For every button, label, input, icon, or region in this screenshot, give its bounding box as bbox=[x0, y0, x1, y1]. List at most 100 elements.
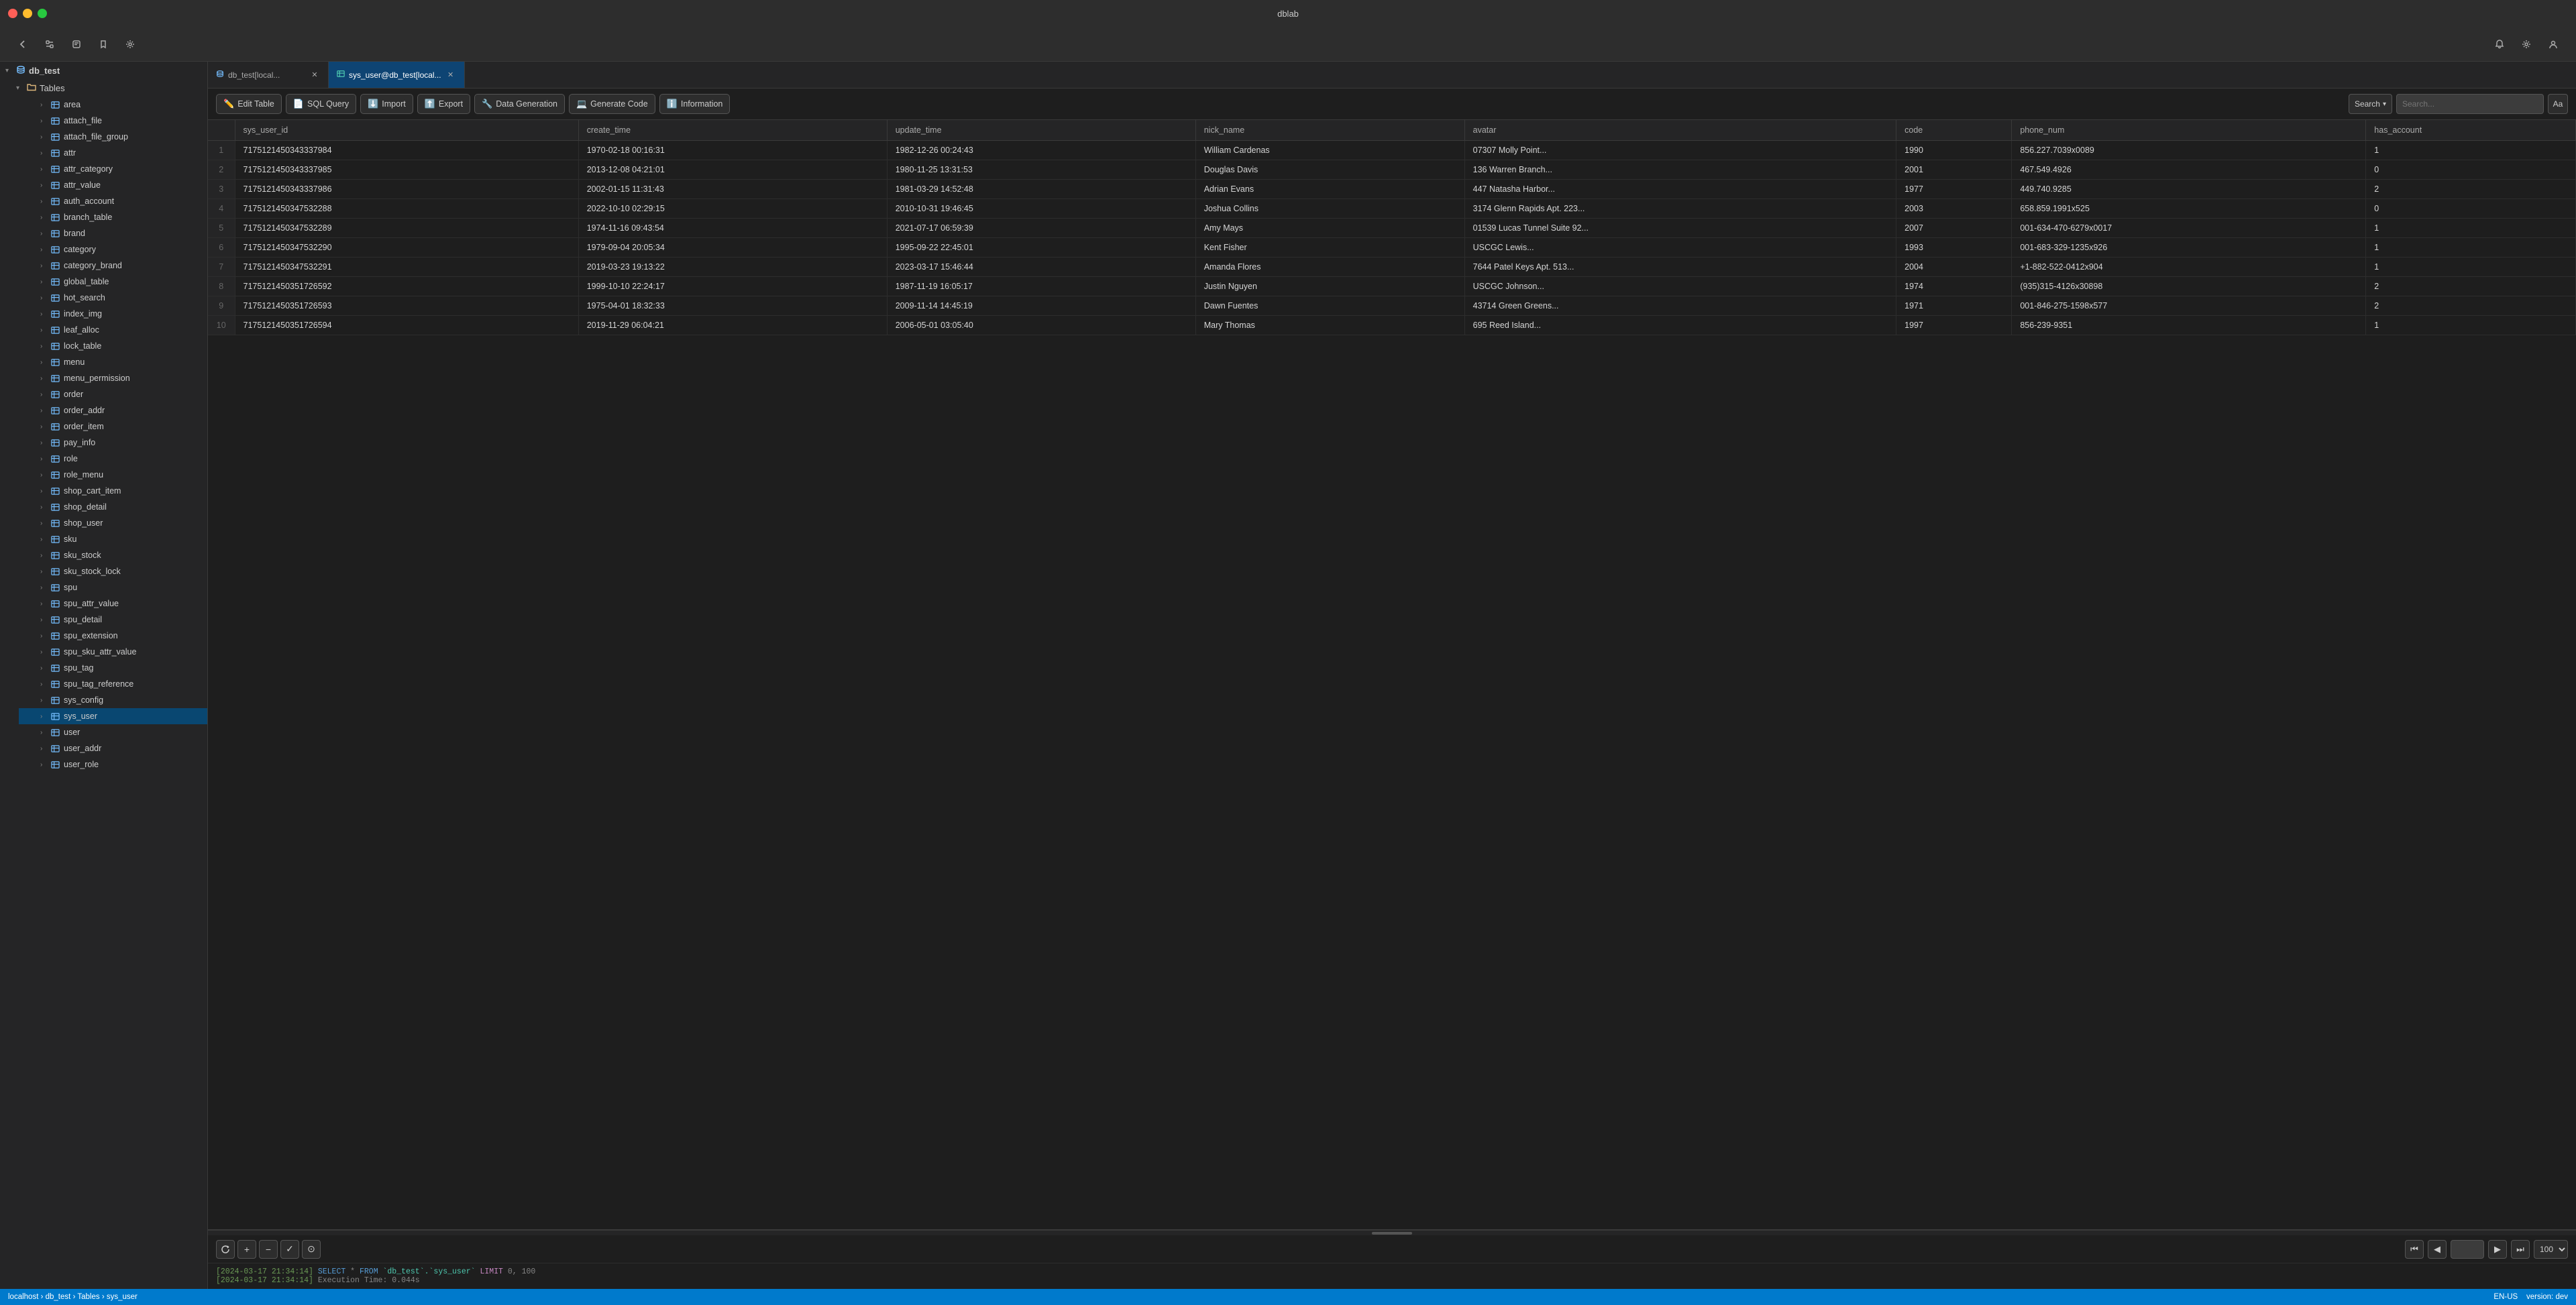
sidebar-table-spu_tag[interactable]: › spu_tag bbox=[19, 660, 207, 676]
search-dropdown[interactable]: Search ▾ bbox=[2349, 94, 2392, 114]
confirm-button[interactable]: ✓ bbox=[280, 1240, 299, 1259]
table-row[interactable]: 2 7175121450343337985 2013-12-08 04:21:0… bbox=[208, 160, 2576, 180]
cell-code[interactable]: 1974 bbox=[1896, 277, 2012, 296]
table-row[interactable]: 1 7175121450343337984 1970-02-18 00:16:3… bbox=[208, 141, 2576, 160]
cell-nick_name[interactable]: Adrian Evans bbox=[1195, 180, 1464, 199]
col-avatar[interactable]: avatar bbox=[1464, 120, 1896, 141]
sidebar-table-spu_attr_value[interactable]: › spu_attr_value bbox=[19, 595, 207, 612]
cell-create_time[interactable]: 1970-02-18 00:16:31 bbox=[578, 141, 887, 160]
cell-code[interactable]: 2003 bbox=[1896, 199, 2012, 219]
cell-nick_name[interactable]: Kent Fisher bbox=[1195, 238, 1464, 258]
sidebar-table-attach_file[interactable]: › attach_file bbox=[19, 113, 207, 129]
cell-avatar[interactable]: 01539 Lucas Tunnel Suite 92... bbox=[1464, 219, 1896, 238]
cell-update_time[interactable]: 1982-12-26 00:24:43 bbox=[887, 141, 1195, 160]
cell-has_account[interactable]: 2 bbox=[2366, 180, 2576, 199]
col-update_time[interactable]: update_time bbox=[887, 120, 1195, 141]
cell-phone_num[interactable]: 658.859.1991x525 bbox=[2012, 199, 2366, 219]
sidebar-table-attr[interactable]: › attr bbox=[19, 145, 207, 161]
sidebar-table-spu_extension[interactable]: › spu_extension bbox=[19, 628, 207, 644]
cell-sys_user_id[interactable]: 7175121450351726593 bbox=[235, 296, 578, 316]
cell-create_time[interactable]: 2013-12-08 04:21:01 bbox=[578, 160, 887, 180]
cell-sys_user_id[interactable]: 7175121450343337986 bbox=[235, 180, 578, 199]
cell-nick_name[interactable]: William Cardenas bbox=[1195, 141, 1464, 160]
cell-update_time[interactable]: 1981-03-29 14:52:48 bbox=[887, 180, 1195, 199]
sidebar-table-spu_tag_reference[interactable]: › spu_tag_reference bbox=[19, 676, 207, 692]
sidebar-table-global_table[interactable]: › global_table bbox=[19, 274, 207, 290]
col-code[interactable]: code bbox=[1896, 120, 2012, 141]
cell-update_time[interactable]: 2009-11-14 14:45:19 bbox=[887, 296, 1195, 316]
table-row[interactable]: 6 7175121450347532290 1979-09-04 20:05:3… bbox=[208, 238, 2576, 258]
cell-has_account[interactable]: 2 bbox=[2366, 277, 2576, 296]
cell-nick_name[interactable]: Douglas Davis bbox=[1195, 160, 1464, 180]
cell-avatar[interactable]: USCGC Lewis... bbox=[1464, 238, 1896, 258]
cell-update_time[interactable]: 2021-07-17 06:59:39 bbox=[887, 219, 1195, 238]
sidebar-table-lock_table[interactable]: › lock_table bbox=[19, 338, 207, 354]
cell-nick_name[interactable]: Amanda Flores bbox=[1195, 258, 1464, 277]
table-row[interactable]: 4 7175121450347532288 2022-10-10 02:29:1… bbox=[208, 199, 2576, 219]
cell-code[interactable]: 2007 bbox=[1896, 219, 2012, 238]
cell-avatar[interactable]: 695 Reed Island... bbox=[1464, 316, 1896, 335]
cell-has_account[interactable]: 2 bbox=[2366, 296, 2576, 316]
maximize-window-button[interactable] bbox=[38, 9, 47, 18]
sidebar-tables-item[interactable]: ▾ Tables bbox=[11, 79, 207, 97]
cell-sys_user_id[interactable]: 7175121450343337984 bbox=[235, 141, 578, 160]
cell-sys_user_id[interactable]: 7175121450347532290 bbox=[235, 238, 578, 258]
cell-update_time[interactable]: 1995-09-22 22:45:01 bbox=[887, 238, 1195, 258]
import-button[interactable]: ⬇️ Import bbox=[360, 94, 413, 114]
cell-nick_name[interactable]: Mary Thomas bbox=[1195, 316, 1464, 335]
edit-table-button[interactable]: ✏️ Edit Table bbox=[216, 94, 282, 114]
table-row[interactable]: 9 7175121450351726593 1975-04-01 18:32:3… bbox=[208, 296, 2576, 316]
search-input[interactable] bbox=[2396, 94, 2544, 114]
cell-code[interactable]: 2004 bbox=[1896, 258, 2012, 277]
delete-row-button[interactable]: − bbox=[259, 1240, 278, 1259]
cell-has_account[interactable]: 1 bbox=[2366, 258, 2576, 277]
nav-back-button[interactable] bbox=[11, 32, 35, 56]
sidebar-table-shop_detail[interactable]: › shop_detail bbox=[19, 499, 207, 515]
sidebar-table-spu[interactable]: › spu bbox=[19, 579, 207, 595]
table-row[interactable]: 7 7175121450347532291 2019-03-23 19:13:2… bbox=[208, 258, 2576, 277]
first-page-button[interactable]: ⏮ bbox=[2405, 1240, 2424, 1259]
cell-avatar[interactable]: 447 Natasha Harbor... bbox=[1464, 180, 1896, 199]
cell-avatar[interactable]: 3174 Glenn Rapids Apt. 223... bbox=[1464, 199, 1896, 219]
tab1-close-button[interactable]: ✕ bbox=[309, 70, 320, 80]
sidebar-table-auth_account[interactable]: › auth_account bbox=[19, 193, 207, 209]
cell-phone_num[interactable]: 001-846-275-1598x577 bbox=[2012, 296, 2366, 316]
settings-button[interactable] bbox=[118, 32, 142, 56]
cell-update_time[interactable]: 2010-10-31 19:46:45 bbox=[887, 199, 1195, 219]
tab-db-test[interactable]: db_test[local... ✕ bbox=[208, 62, 329, 88]
history-button[interactable] bbox=[64, 32, 89, 56]
sql-query-button[interactable]: 📄 SQL Query bbox=[286, 94, 356, 114]
bookmarks-button[interactable] bbox=[91, 32, 115, 56]
cell-phone_num[interactable]: 856-239-9351 bbox=[2012, 316, 2366, 335]
prev-page-button[interactable]: ◀ bbox=[2428, 1240, 2447, 1259]
table-row[interactable]: 3 7175121450343337986 2002-01-15 11:31:4… bbox=[208, 180, 2576, 199]
col-has_account[interactable]: has_account bbox=[2366, 120, 2576, 141]
sidebar-table-shop_user[interactable]: › shop_user bbox=[19, 515, 207, 531]
cell-update_time[interactable]: 2023-03-17 15:46:44 bbox=[887, 258, 1195, 277]
cell-avatar[interactable]: 136 Warren Branch... bbox=[1464, 160, 1896, 180]
sidebar-table-order_item[interactable]: › order_item bbox=[19, 418, 207, 435]
sidebar-table-brand[interactable]: › brand bbox=[19, 225, 207, 241]
sidebar-table-hot_search[interactable]: › hot_search bbox=[19, 290, 207, 306]
cell-sys_user_id[interactable]: 7175121450347532291 bbox=[235, 258, 578, 277]
cell-nick_name[interactable]: Joshua Collins bbox=[1195, 199, 1464, 219]
cell-create_time[interactable]: 2022-10-10 02:29:15 bbox=[578, 199, 887, 219]
sidebar-table-pay_info[interactable]: › pay_info bbox=[19, 435, 207, 451]
sidebar-db-item[interactable]: ▾ db_test bbox=[0, 62, 207, 79]
last-page-button[interactable]: ⏭ bbox=[2511, 1240, 2530, 1259]
information-button[interactable]: ℹ️ Information bbox=[659, 94, 731, 114]
cell-phone_num[interactable]: 001-683-329-1235x926 bbox=[2012, 238, 2366, 258]
cell-sys_user_id[interactable]: 7175121450347532288 bbox=[235, 199, 578, 219]
cell-avatar[interactable]: USCGC Johnson... bbox=[1464, 277, 1896, 296]
next-page-button[interactable]: ▶ bbox=[2488, 1240, 2507, 1259]
table-wrapper[interactable]: sys_user_id create_time update_time nick… bbox=[208, 120, 2576, 1229]
app-settings-button[interactable] bbox=[2514, 32, 2538, 56]
cell-create_time[interactable]: 1975-04-01 18:32:33 bbox=[578, 296, 887, 316]
sidebar-table-index_img[interactable]: › index_img bbox=[19, 306, 207, 322]
match-case-button[interactable]: Aa bbox=[2548, 94, 2568, 114]
cancel-button[interactable]: ⊙ bbox=[302, 1240, 321, 1259]
cell-has_account[interactable]: 0 bbox=[2366, 199, 2576, 219]
sidebar-table-attr_category[interactable]: › attr_category bbox=[19, 161, 207, 177]
cell-code[interactable]: 1990 bbox=[1896, 141, 2012, 160]
col-phone_num[interactable]: phone_num bbox=[2012, 120, 2366, 141]
